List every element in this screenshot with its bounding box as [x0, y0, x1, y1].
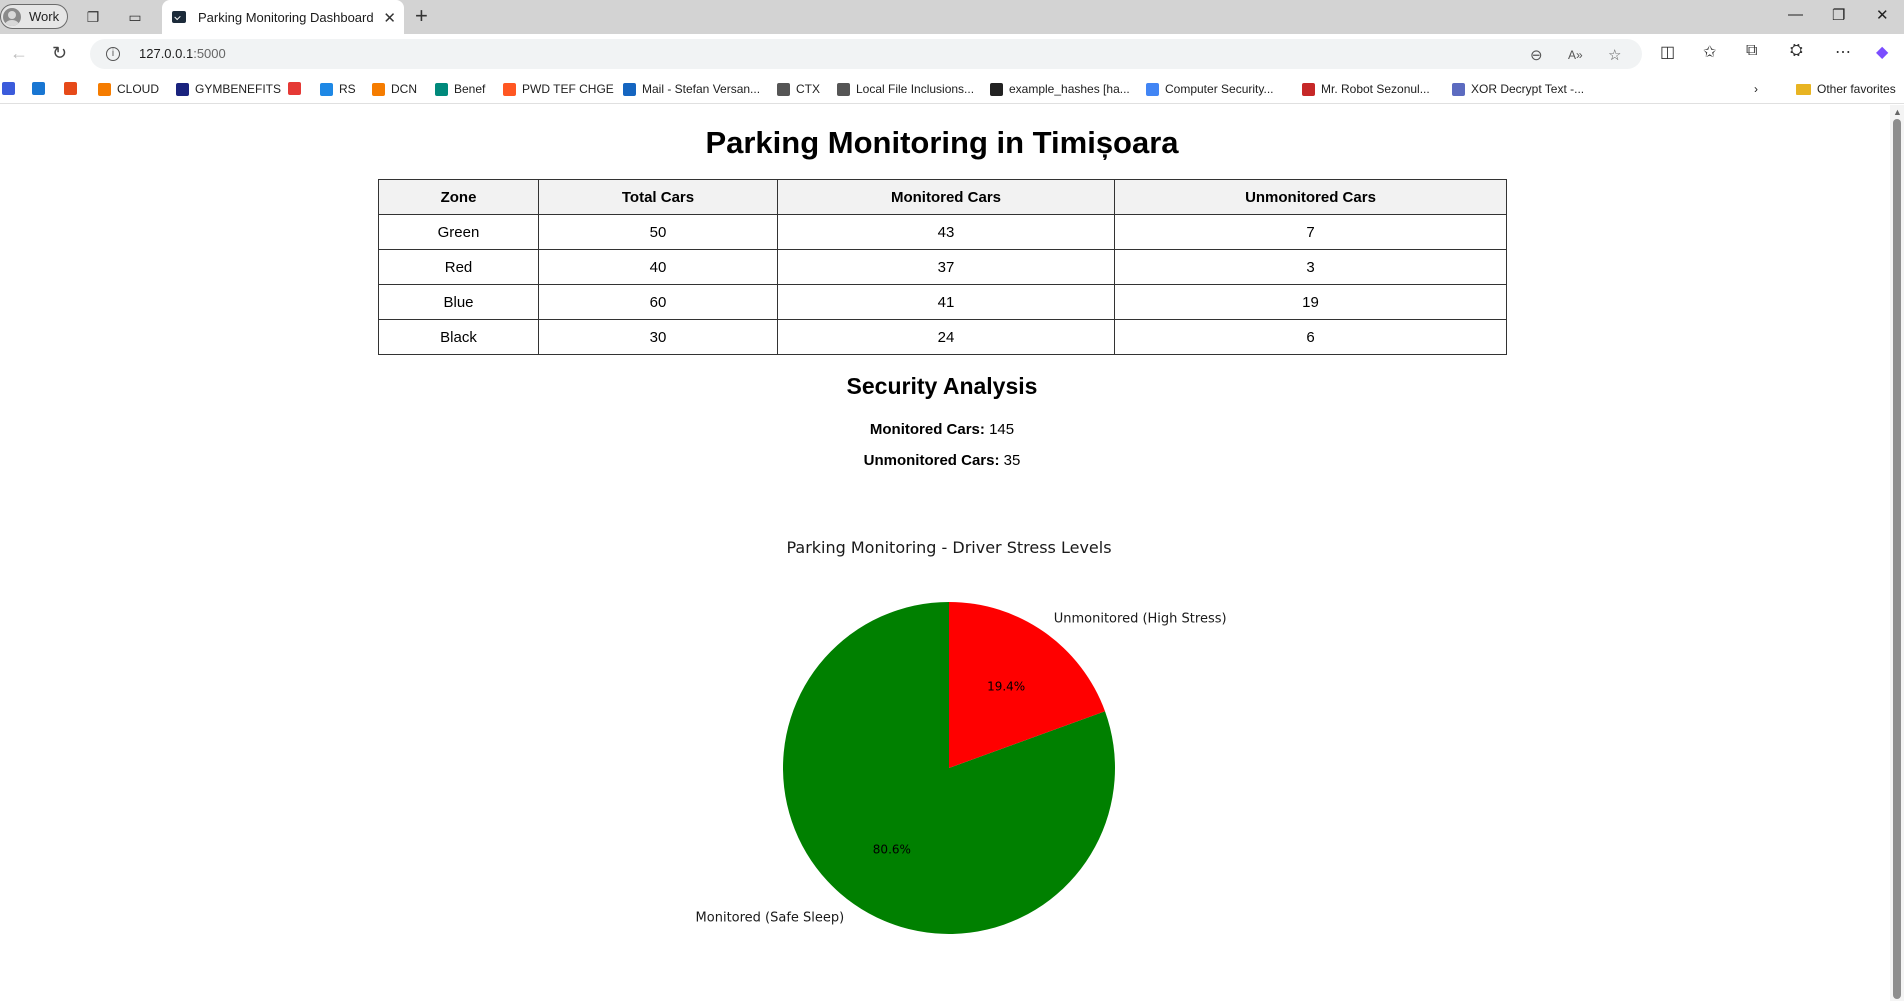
new-tab-icon[interactable]: +: [415, 5, 428, 27]
favorite-label: CLOUD: [117, 82, 160, 96]
tab-active[interactable]: Parking Monitoring Dashboard ✕: [162, 0, 404, 34]
profile-label: Work: [29, 9, 60, 24]
favorite-icon: [372, 82, 385, 96]
tab-strip: Work ❐ ▭ Parking Monitoring Dashboard ✕ …: [0, 0, 1904, 34]
favorite-icon: [2, 82, 15, 95]
favorite-item[interactable]: example_hashes [ha...: [990, 82, 1130, 96]
read-aloud-icon[interactable]: A»: [1568, 48, 1583, 62]
favorite-icon: [320, 82, 333, 96]
favorite-label: DCN: [391, 82, 417, 96]
favorite-item[interactable]: PWD TEF CHGE: [503, 82, 614, 96]
favorite-label: GYMBENEFITS: [195, 82, 282, 96]
more-favorites-icon[interactable]: ›: [1754, 82, 1758, 96]
favorite-item[interactable]: Mail - Stefan Versan...: [623, 82, 760, 96]
favorite-icon: [1146, 82, 1159, 96]
favorite-icon: [1302, 82, 1315, 96]
close-window-icon[interactable]: ✕: [1876, 6, 1889, 24]
favorite-star-icon[interactable]: ☆: [1608, 46, 1621, 64]
favorite-item[interactable]: Local File Inclusions...: [837, 82, 974, 96]
favorite-label: Mail - Stefan Versan...: [642, 82, 761, 96]
site-info-icon[interactable]: i: [106, 47, 120, 61]
zoom-icon[interactable]: ⊖: [1530, 46, 1543, 64]
favorite-item[interactable]: DCN: [372, 82, 417, 96]
back-icon[interactable]: ←: [10, 43, 28, 64]
favorite-label: example_hashes [ha...: [1009, 82, 1130, 96]
more-options-icon[interactable]: ⋯: [1835, 42, 1851, 62]
favorite-icon: [32, 82, 45, 95]
favorite-icon: [837, 82, 850, 96]
minimize-icon[interactable]: —: [1788, 6, 1803, 23]
favorite-icon: [1452, 82, 1465, 96]
favorite-item[interactable]: Computer Security...: [1146, 82, 1273, 96]
favorite-item[interactable]: GYMBENEFITS: [176, 82, 281, 96]
pie-percent-label: 80.6%: [873, 843, 911, 857]
folder-icon: [1796, 83, 1811, 95]
favorites-bar: › Other favorites CLOUD GYMBENEFITS RS DCN B…: [0, 74, 1904, 104]
favorite-icon: [176, 82, 189, 96]
favorites-icon[interactable]: ✩: [1703, 42, 1716, 62]
favorite-icon: [990, 82, 1003, 96]
workspaces-icon[interactable]: ❐: [84, 8, 102, 26]
scrollbar-thumb[interactable]: [1893, 119, 1901, 999]
pie-percent-label: 19.4%: [987, 679, 1025, 693]
favorite-label: Computer Security...: [1165, 82, 1274, 96]
favorite-label: PWD TEF CHGE: [522, 82, 614, 96]
pie-slice-label: Monitored (Safe Sleep): [696, 911, 845, 926]
browser-window: Work ❐ ▭ Parking Monitoring Dashboard ✕ …: [0, 0, 1904, 1001]
favorite-item[interactable]: CLOUD: [98, 82, 159, 96]
page-scrollbar[interactable]: ▲: [1890, 105, 1904, 1001]
stress-pie-chart: Parking Monitoring - Driver Stress Level…: [696, 538, 1227, 934]
favorite-icon: [777, 82, 790, 96]
favorite-item[interactable]: [64, 82, 83, 95]
pie-slice-label: Unmonitored (High Stress): [1054, 611, 1227, 626]
restore-icon[interactable]: ❐: [1832, 6, 1845, 24]
favorite-icon: [64, 82, 77, 95]
favorite-item[interactable]: [2, 82, 21, 95]
tab-title: Parking Monitoring Dashboard: [198, 9, 374, 25]
favorite-icon: [435, 82, 448, 96]
favorite-item[interactable]: XOR Decrypt Text -...: [1452, 82, 1584, 96]
favorite-icon: [288, 82, 301, 95]
favorite-label: CTX: [796, 82, 820, 96]
favorite-item[interactable]: Benef: [435, 82, 485, 96]
favorite-icon: [503, 82, 516, 96]
refresh-icon[interactable]: ↻: [52, 43, 67, 64]
address-row: ← ↻ i 127.0.0.1:5000 ⊖ A» ☆: [0, 34, 1904, 74]
address-bar[interactable]: i 127.0.0.1:5000 ⊖ A» ☆: [90, 39, 1642, 69]
favorite-item[interactable]: RS: [320, 82, 356, 96]
page-content: Parking Monitoring in Timișoara Zone Tot…: [0, 105, 1890, 1001]
collections-icon[interactable]: ⧉: [1746, 42, 1757, 60]
favorite-label: Local File Inclusions...: [856, 82, 975, 96]
favorite-icon: [623, 82, 636, 96]
favorite-item[interactable]: CTX: [777, 82, 820, 96]
favorite-icon: [98, 82, 111, 96]
favorite-item[interactable]: [288, 82, 307, 95]
favorite-label: Mr. Robot Sezonul...: [1321, 82, 1430, 96]
favorite-label: Benef: [454, 82, 486, 96]
favorite-item[interactable]: Mr. Robot Sezonul...: [1302, 82, 1430, 96]
chart-title: Parking Monitoring - Driver Stress Level…: [786, 538, 1111, 557]
avatar-icon: [3, 7, 21, 26]
scroll-up-icon[interactable]: ▲: [1893, 107, 1902, 117]
extensions-icon[interactable]: ⛭: [1790, 42, 1803, 60]
profile-button[interactable]: Work: [0, 4, 68, 29]
favorite-item[interactable]: [32, 82, 51, 95]
copilot-icon[interactable]: ◆: [1876, 42, 1888, 62]
other-favorites[interactable]: Other favorites: [1796, 82, 1896, 96]
split-screen-icon[interactable]: ◫: [1660, 42, 1675, 62]
favorite-label: XOR Decrypt Text -...: [1471, 82, 1585, 96]
url-text[interactable]: 127.0.0.1:5000: [139, 46, 226, 61]
favorite-label: RS: [339, 82, 356, 96]
tab-favicon-icon: [172, 11, 186, 23]
close-tab-icon[interactable]: ✕: [383, 9, 396, 27]
vertical-tabs-icon[interactable]: ▭: [126, 8, 144, 26]
